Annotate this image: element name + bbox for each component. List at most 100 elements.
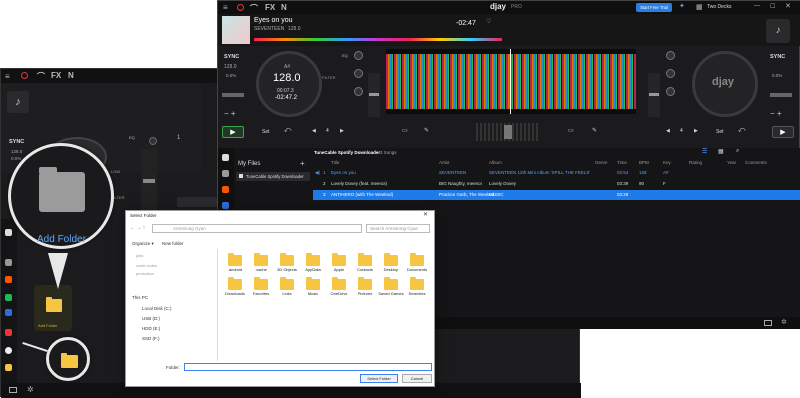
this-pc-node[interactable]: This PC <box>132 295 148 300</box>
back-volume-fader[interactable] <box>141 149 157 219</box>
right-channel-fader[interactable] <box>648 73 660 117</box>
col-title[interactable]: Title <box>331 160 339 165</box>
left-channel-fader[interactable] <box>368 73 380 117</box>
front-neural-mix-icon[interactable]: N <box>281 3 287 12</box>
right-music-icon[interactable]: ♪ <box>766 19 790 43</box>
soundcloud-icon[interactable] <box>5 276 12 283</box>
lib-camera-icon[interactable] <box>222 154 229 161</box>
heart-icon[interactable]: ♡ <box>486 18 491 25</box>
left-loop-size[interactable]: 4 <box>326 128 329 134</box>
folder-item[interactable]: Favorites <box>248 275 274 297</box>
cancel-button[interactable]: Cancel <box>402 374 432 383</box>
drive-d[interactable]: USB (D:) <box>142 316 160 321</box>
lib-soundcloud-icon[interactable] <box>222 186 229 193</box>
right-loop-next[interactable]: ▶ <box>694 128 698 134</box>
left-loop-icon[interactable]: ⤺ <box>284 127 291 135</box>
left-set-button[interactable]: Set <box>262 129 270 135</box>
front-menu-icon[interactable]: ≡ <box>223 3 228 12</box>
right-minus-plus[interactable]: − + <box>770 109 782 118</box>
mid-knob[interactable] <box>354 69 363 78</box>
spotify-icon[interactable] <box>5 294 12 301</box>
front-fx-icon[interactable]: FX <box>265 3 275 12</box>
left-turntable[interactable]: A# 128.0 00:07.3 -02:47.2 <box>256 51 322 117</box>
right-tape-icon[interactable]: ▭ <box>568 127 574 134</box>
right-play-button[interactable]: ▶ <box>772 126 794 138</box>
col-comments[interactable]: Comments <box>745 160 767 165</box>
folder-item[interactable]: Contacts <box>352 251 378 273</box>
left-play-button[interactable]: ▶ <box>222 126 244 138</box>
search-box[interactable]: Search Armstrong Gyan <box>366 224 430 233</box>
automix-icon[interactable]: ⌒ <box>37 71 45 82</box>
folder-item[interactable]: OneDrive <box>326 275 352 297</box>
right-turntable[interactable]: djay <box>692 51 758 117</box>
col-genre[interactable]: Genre <box>595 160 608 165</box>
sidebar-camera-icon[interactable] <box>5 229 12 236</box>
music-app-icon[interactable] <box>5 329 12 336</box>
back-knob-high[interactable] <box>149 137 157 145</box>
organize-button[interactable]: Organize ▾ <box>132 241 154 247</box>
folder-item[interactable]: .cache <box>248 251 274 273</box>
lib-playlist-icon[interactable] <box>222 170 229 177</box>
col-year[interactable]: Year <box>727 160 736 165</box>
nav-arrows[interactable]: ← → ↑ <box>130 225 145 231</box>
close-icon[interactable]: ✕ <box>785 2 791 10</box>
front-automix-icon[interactable]: ⌒ <box>250 3 258 14</box>
folder-item[interactable]: Desktop <box>378 251 404 273</box>
address-bar[interactable]: Armstrong Gyan <box>152 224 362 233</box>
folder-item[interactable]: Pictures <box>352 275 378 297</box>
settings-gear-icon[interactable]: ✲ <box>27 385 34 394</box>
quick-item[interactable]: jobs <box>136 253 143 258</box>
drive-e[interactable]: HDD (E:) <box>142 326 160 331</box>
folder-item[interactable]: AppData <box>300 251 326 273</box>
record-icon[interactable] <box>21 72 28 79</box>
col-artist[interactable]: Artist <box>439 160 449 165</box>
right-mid-knob[interactable] <box>666 69 675 78</box>
search-icon[interactable]: ⌕ <box>736 148 739 155</box>
add-folder-tile[interactable]: Add Folder <box>34 285 72 331</box>
folder-item[interactable]: 3D Objects <box>274 251 300 273</box>
add-source-icon[interactable]: + <box>300 159 305 168</box>
folder-item[interactable]: Searches <box>404 275 430 297</box>
front-screen-icon[interactable] <box>764 320 772 326</box>
dialog-close-icon[interactable]: ✕ <box>423 211 428 218</box>
left-loop-next[interactable]: ▶ <box>340 128 344 134</box>
folder-item[interactable]: Links <box>274 275 300 297</box>
sparkle-icon[interactable]: ✦ <box>679 2 685 10</box>
folder-item[interactable]: Music <box>300 275 326 297</box>
list-view-icon[interactable]: ☰ <box>702 148 707 155</box>
left-sync-button[interactable]: SYNC <box>224 54 239 60</box>
song-count[interactable]: 3 Songs <box>380 150 397 155</box>
neural-mix-icon[interactable]: N <box>68 71 74 80</box>
back-fader-handle[interactable] <box>143 179 155 183</box>
left-loop-prev[interactable]: ◀ <box>312 128 316 134</box>
right-sync-button[interactable]: SYNC <box>770 54 785 60</box>
music-note-icon[interactable]: ♪ <box>7 91 29 113</box>
quick-item[interactable]: coder notes <box>136 263 157 268</box>
table-row[interactable]: ◀) 1 Eyes on you SEVENTEEN SEVENTEEN 12t… <box>313 168 800 178</box>
right-set-button[interactable]: Set <box>716 129 724 135</box>
col-album[interactable]: Album <box>489 160 502 165</box>
beatport-icon[interactable] <box>5 309 12 316</box>
back-control-bar[interactable] <box>177 197 217 207</box>
right-pitch-slider[interactable] <box>770 93 792 97</box>
right-loop-size[interactable]: 4 <box>680 128 683 134</box>
col-time[interactable]: Time <box>617 160 627 165</box>
maximize-icon[interactable]: ☐ <box>770 3 775 10</box>
itunes-icon[interactable] <box>5 347 12 354</box>
grid-view-icon[interactable]: ▦ <box>718 148 724 155</box>
track-overview-waveform[interactable] <box>254 38 502 41</box>
right-pencil-icon[interactable]: ✎ <box>592 127 597 134</box>
col-rating[interactable]: Rating <box>689 160 702 165</box>
front-gear-icon[interactable]: ✲ <box>781 318 787 326</box>
sidebar-playlist-icon[interactable] <box>5 259 12 266</box>
table-row-selected[interactable]: 3 ANTIHERO (with The Weeknd) Practice Ga… <box>313 190 800 200</box>
folder-item[interactable]: Saved Games <box>378 275 404 297</box>
menu-icon[interactable]: ≡ <box>5 72 10 81</box>
folder-item[interactable]: .android <box>222 251 248 273</box>
quick-item[interactable]: promotion <box>136 271 154 276</box>
folder-item[interactable]: Documents <box>404 251 430 273</box>
minimize-icon[interactable]: — <box>754 3 760 9</box>
folder-item[interactable]: Apple <box>326 251 352 273</box>
start-free-trial-button[interactable]: Start Free Trial <box>636 3 672 12</box>
lib-beatport-icon[interactable] <box>222 202 229 209</box>
